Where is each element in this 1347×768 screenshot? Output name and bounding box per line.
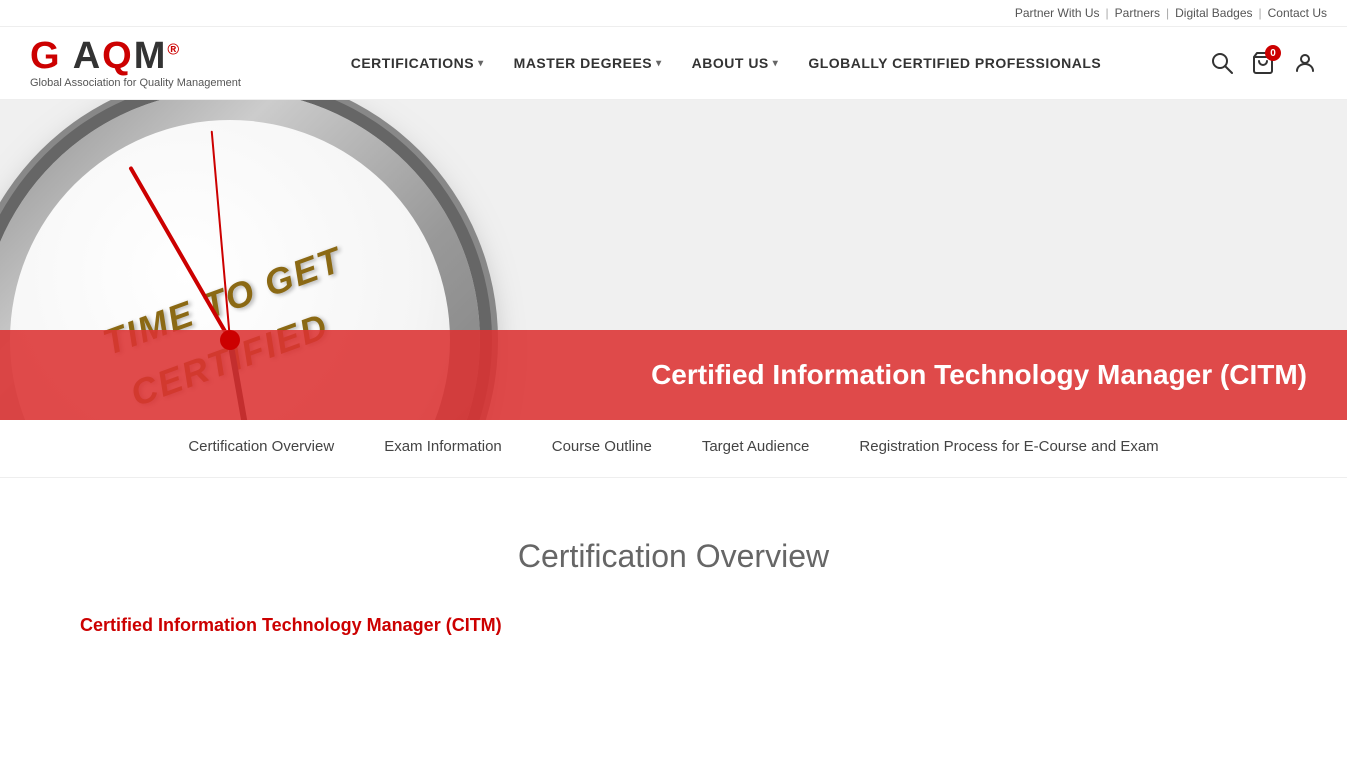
header-icons: 0: [1211, 51, 1317, 75]
main-content: Certification Overview Certified Informa…: [0, 478, 1347, 686]
master-degrees-dropdown-arrow: ▾: [656, 58, 662, 69]
nav-certifications[interactable]: CERTIFICATIONS ▾: [351, 55, 484, 71]
sep2: |: [1166, 6, 1169, 20]
clock-center: [220, 330, 240, 350]
logo[interactable]: G AQM® Global Association for Quality Ma…: [30, 37, 241, 89]
logo-subtitle: Global Association for Quality Managemen…: [30, 77, 241, 89]
contact-us-link[interactable]: Contact Us: [1268, 6, 1327, 20]
hero-title-text: Certified Information Technology Manager…: [651, 359, 1307, 391]
hero-title-banner: Certified Information Technology Manager…: [0, 330, 1347, 420]
subnav-registration-process[interactable]: Registration Process for E-Course and Ex…: [859, 438, 1158, 459]
logo-text: G AQM®: [30, 37, 181, 75]
header: G AQM® Global Association for Quality Ma…: [0, 27, 1347, 100]
digital-badges-link[interactable]: Digital Badges: [1175, 6, 1252, 20]
user-account-button[interactable]: [1293, 51, 1317, 75]
partner-with-us-link[interactable]: Partner With Us: [1015, 6, 1100, 20]
sep1: |: [1106, 6, 1109, 20]
sub-navigation: Certification Overview Exam Information …: [0, 420, 1347, 478]
search-button[interactable]: [1211, 52, 1233, 74]
nav-about-us[interactable]: ABOUT US ▾: [692, 55, 779, 71]
nav-globally-certified[interactable]: GLOBALLY CERTIFIED PROFESSIONALS: [808, 55, 1101, 71]
about-us-dropdown-arrow: ▾: [773, 58, 779, 69]
cart-count: 0: [1265, 45, 1281, 61]
main-nav: CERTIFICATIONS ▾ MASTER DEGREES ▾ ABOUT …: [351, 55, 1102, 71]
certifications-dropdown-arrow: ▾: [478, 58, 484, 69]
subnav-course-outline[interactable]: Course Outline: [552, 438, 652, 459]
hero-banner-section: TIME TO GET CERTIFIED Certified Informat…: [0, 100, 1347, 420]
section-title: Certification Overview: [80, 538, 1267, 575]
cart-button[interactable]: 0: [1251, 51, 1275, 75]
subnav-certification-overview[interactable]: Certification Overview: [188, 438, 334, 459]
partners-link[interactable]: Partners: [1115, 6, 1160, 20]
subnav-exam-information[interactable]: Exam Information: [384, 438, 502, 459]
subnav-target-audience[interactable]: Target Audience: [702, 438, 810, 459]
nav-master-degrees[interactable]: MASTER DEGREES ▾: [514, 55, 662, 71]
top-bar: Partner With Us | Partners | Digital Bad…: [0, 0, 1347, 27]
sep3: |: [1259, 6, 1262, 20]
cert-title: Certified Information Technology Manager…: [80, 615, 1267, 636]
